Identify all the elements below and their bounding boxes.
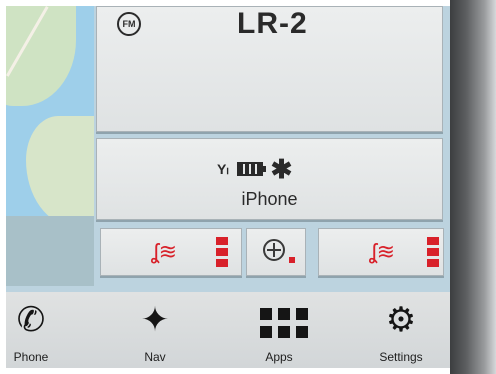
bluetooth-icon: ✱ [270, 154, 293, 184]
level-bar [216, 259, 228, 267]
nav-item-label: Settings [379, 350, 423, 364]
heated-steering-wheel-icon [263, 239, 285, 261]
map-land [6, 216, 94, 286]
level-bar [427, 248, 439, 256]
level-bar [427, 237, 439, 245]
device-bezel [450, 0, 496, 374]
phone-device-name: iPhone [241, 189, 298, 209]
active-indicator [289, 257, 295, 263]
radio-tile[interactable]: FM LR-2 [96, 6, 443, 132]
fm-icon: FM [117, 12, 141, 36]
map-preview[interactable] [6, 6, 94, 286]
battery-icon [236, 162, 266, 176]
phone-tile[interactable]: Yₗ ✱ iPhone [96, 138, 443, 220]
apps-icon [260, 308, 308, 340]
phone-status-icons: Yₗ ✱ [217, 154, 293, 184]
left-heated-seat-button[interactable]: ʆ≋ [100, 228, 242, 276]
nav-item-apps[interactable]: Apps [234, 292, 324, 368]
map-land [26, 116, 94, 226]
seat-heat-level [427, 237, 439, 267]
seat-heat-level [216, 237, 228, 267]
heated-seat-icon: ʆ≋ [369, 239, 396, 264]
heated-seat-icon: ʆ≋ [151, 239, 178, 264]
level-bar [427, 259, 439, 267]
level-bar [216, 248, 228, 256]
nav-item-settings[interactable]: ⚙ Settings [356, 292, 446, 368]
nav-item-phone[interactable]: ✆ Phone [6, 292, 76, 368]
nav-item-nav[interactable]: ✦ Nav [110, 292, 200, 368]
infotainment-screen: FM LR-2 Yₗ ✱ iPhone ʆ≋ ʆ≋ ✆ Phone ✦ Nav … [6, 6, 450, 368]
nav-item-label: Apps [265, 350, 293, 364]
navigation-icon: ✦ [140, 301, 170, 339]
level-bar [216, 237, 228, 245]
nav-item-label: Nav [144, 350, 166, 364]
phone-icon: ✆ [16, 301, 46, 339]
station-name: LR-2 [237, 7, 308, 40]
nav-item-label: Phone [13, 350, 49, 364]
bottom-nav-bar: ✆ Phone ✦ Nav Apps ⚙ Settings [6, 292, 450, 368]
heated-steering-wheel-button[interactable] [246, 228, 306, 276]
signal-icon: Yₗ [217, 160, 229, 177]
right-heated-seat-button[interactable]: ʆ≋ [318, 228, 444, 276]
settings-icon: ⚙ [385, 301, 417, 339]
